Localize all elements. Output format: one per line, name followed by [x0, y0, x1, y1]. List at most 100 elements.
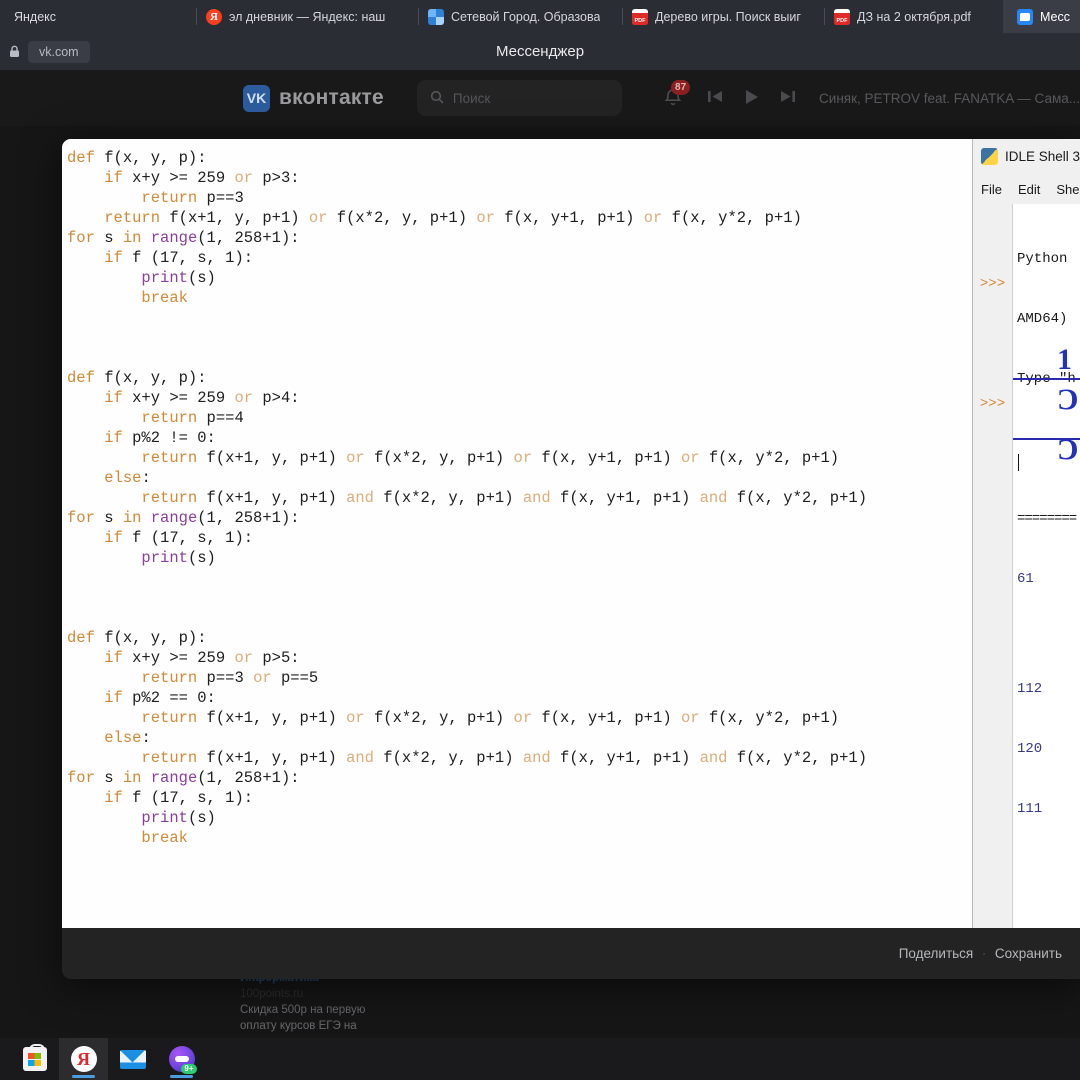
code-token: or — [234, 169, 263, 187]
tab-label: эл дневник — Яндекс: наш — [229, 9, 386, 24]
menu-edit[interactable]: Edit — [1018, 182, 1040, 197]
image-viewer-canvas: def f(x, y, p): if x+y >= 259 or p>3: re… — [62, 139, 1080, 928]
image-viewer-footer: Поделиться · Сохранить — [62, 928, 1080, 979]
code-token: def — [67, 629, 105, 647]
image-viewer-overlay: def f(x, y, p): if x+y >= 259 or p>3: re… — [62, 139, 1080, 979]
code-line: return p==3 — [67, 188, 970, 208]
code-token: (1, 258+1): — [197, 769, 300, 787]
code-token: if — [104, 389, 133, 407]
code-line: return p==3 or p==5 — [67, 668, 970, 688]
code-token: or — [680, 709, 709, 727]
code-token: or — [346, 709, 374, 727]
desktop-screen: Яндекс Я эл дневник — Яндекс: наш Сетево… — [0, 0, 1080, 1080]
mail-icon — [119, 1049, 146, 1069]
code-token: f(x*2, y, p+1) — [373, 449, 514, 467]
microsoft-store-icon — [22, 1044, 47, 1071]
notifications-bell[interactable]: 87 — [662, 80, 691, 110]
browser-tab-0[interactable]: Я эл дневник — Яндекс: наш — [196, 0, 418, 33]
browser-tab-1[interactable]: Сетевой Город. Образова — [418, 0, 622, 33]
taskbar-item-microsoft-store[interactable] — [10, 1038, 59, 1080]
code-line: return f(x+1, y, p+1) or f(x*2, y, p+1) … — [67, 208, 970, 228]
taskbar-item-mail[interactable] — [108, 1038, 157, 1080]
code-token: or — [234, 649, 263, 667]
code-line: if x+y >= 259 or p>5: — [67, 648, 970, 668]
save-button[interactable]: Сохранить — [995, 946, 1062, 961]
idle-caret — [1018, 454, 1019, 471]
browser-brand-label: Яндекс — [0, 0, 196, 33]
vk-sidebar-ad[interactable]: Информатика 100points.ru Скидка 500р на … — [240, 970, 405, 1034]
code-token: f(x, y+1, p+1) — [504, 209, 644, 227]
play-icon[interactable] — [745, 89, 759, 107]
code-token: f(x, y, p): — [104, 629, 207, 647]
code-token: s — [104, 769, 123, 787]
code-token: (s) — [187, 809, 216, 827]
skip-previous-icon[interactable] — [708, 90, 723, 106]
menu-shell[interactable]: She — [1056, 182, 1079, 197]
vk-wordmark: вконтакте — [279, 86, 384, 109]
browser-tab-3[interactable]: ДЗ на 2 октября.pdf — [824, 0, 1003, 33]
idle-shell-window: IDLE Shell 3 File Edit She >>> >>> Pytho… — [972, 139, 1080, 928]
game-icon: 9+ — [168, 1046, 197, 1074]
tab-label: Дерево игры. Поиск выиг — [655, 9, 801, 24]
idle-menubar: File Edit She — [973, 174, 1080, 204]
taskbar-item-yandex-browser[interactable]: Я — [59, 1038, 108, 1080]
code-line: for s in range(1, 258+1): — [67, 228, 970, 248]
browser-tab-2[interactable]: Дерево игры. Поиск выиг — [622, 0, 824, 33]
code-token: for — [67, 229, 105, 247]
code-token: and — [346, 749, 384, 767]
code-line: if x+y >= 259 or p>3: — [67, 168, 970, 188]
code-token: f(x*2, y, p+1) — [336, 209, 477, 227]
code-token: : — [141, 729, 151, 747]
python-code-document: def f(x, y, p): if x+y >= 259 or p>3: re… — [62, 139, 970, 928]
vk-logo[interactable]: VK вконтакте — [243, 84, 384, 112]
code-token: f(x, y*2, p+1) — [708, 449, 840, 467]
code-line: if x+y >= 259 or p>4: — [67, 388, 970, 408]
code-line: break — [67, 828, 970, 848]
code-token: p>5: — [262, 649, 300, 667]
code-token: f(x, y*2, p+1) — [671, 209, 802, 227]
tab-label: ДЗ на 2 октября.pdf — [857, 9, 971, 24]
code-token: in — [122, 769, 151, 787]
code-line: if p%2 != 0: — [67, 428, 970, 448]
code-token: else — [104, 729, 142, 747]
vk-track-title[interactable]: Синяк, PETROV feat. FANATKA — Сама... — [819, 91, 1080, 106]
ink-underline-1 — [1013, 378, 1080, 380]
game-badge: 9+ — [181, 1064, 197, 1074]
idle-shell-body[interactable]: >>> >>> Python AMD64) Type "h ======== 6… — [973, 204, 1080, 928]
idle-shell-text[interactable]: Python AMD64) Type "h ======== 61 112 12… — [1013, 204, 1080, 928]
menu-file[interactable]: File — [981, 182, 1002, 197]
skip-next-icon[interactable] — [780, 90, 796, 106]
vk-search-input[interactable]: Поиск — [416, 80, 623, 116]
browser-tab-4-active[interactable]: Мессенджер — [1003, 0, 1080, 33]
code-token: f(x, y*2, p+1) — [736, 489, 868, 507]
code-line: return p==4 — [67, 408, 970, 428]
messenger-favicon — [1017, 8, 1033, 25]
code-token: if — [104, 429, 133, 447]
code-token: or — [680, 449, 709, 467]
code-line: print(s) — [67, 808, 970, 828]
code-line: return f(x+1, y, p+1) or f(x*2, y, p+1) … — [67, 708, 970, 728]
code-token: p==3 — [206, 669, 254, 687]
code-token: or — [513, 709, 542, 727]
taskbar-item-game[interactable]: 9+ — [157, 1038, 206, 1080]
ad-site: 100points.ru — [240, 988, 304, 1000]
banner-line-0: Python — [1017, 251, 1076, 267]
ad-body: Скидка 500р на первую оплату курсов ЕГЭ … — [240, 1004, 366, 1032]
yandex-browser-icon: Я — [70, 1046, 97, 1072]
code-line: if f (17, s, 1): — [67, 788, 970, 808]
share-button[interactable]: Поделиться — [899, 946, 974, 961]
code-token: if — [104, 649, 133, 667]
